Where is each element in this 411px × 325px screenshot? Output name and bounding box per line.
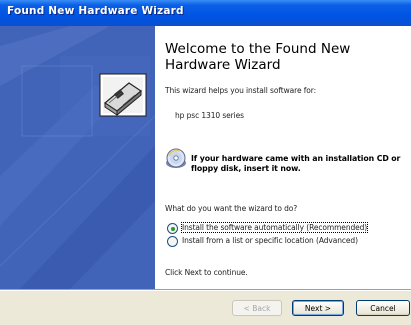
title-bar[interactable]: Found New Hardware Wizard <box>0 0 411 26</box>
wizard-window: Found New Hardware Wizard Welcome to the… <box>0 0 411 325</box>
continue-hint: Click Next to continue. <box>165 268 248 277</box>
wizard-banner <box>0 26 155 289</box>
banner-graphic <box>0 26 155 289</box>
wizard-footer: < Back Next > Cancel <box>0 291 411 325</box>
cancel-button[interactable]: Cancel <box>356 300 410 316</box>
wizard-content: Welcome to the Found New Hardware Wizard… <box>155 26 411 289</box>
window-title: Found New Hardware Wizard <box>7 5 184 17</box>
cd-instruction: If your hardware came with an installati… <box>191 154 401 173</box>
device-name: hp psc 1310 series <box>175 111 244 120</box>
back-button[interactable]: < Back <box>232 300 282 316</box>
next-button[interactable]: Next > <box>292 300 344 316</box>
radio-automatic[interactable] <box>167 223 178 234</box>
hardware-card-icon <box>99 73 147 117</box>
question-text: What do you want the wizard to do? <box>165 204 298 213</box>
welcome-heading: Welcome to the Found New Hardware Wizard <box>165 41 351 73</box>
radio-advanced[interactable] <box>167 236 178 247</box>
option-advanced-label[interactable]: Install from a list or specific location… <box>182 236 358 245</box>
intro-text: This wizard helps you install software f… <box>165 86 317 95</box>
cd-disk-icon <box>165 148 187 170</box>
option-automatic-label[interactable]: Install the software automatically (Reco… <box>180 222 369 233</box>
